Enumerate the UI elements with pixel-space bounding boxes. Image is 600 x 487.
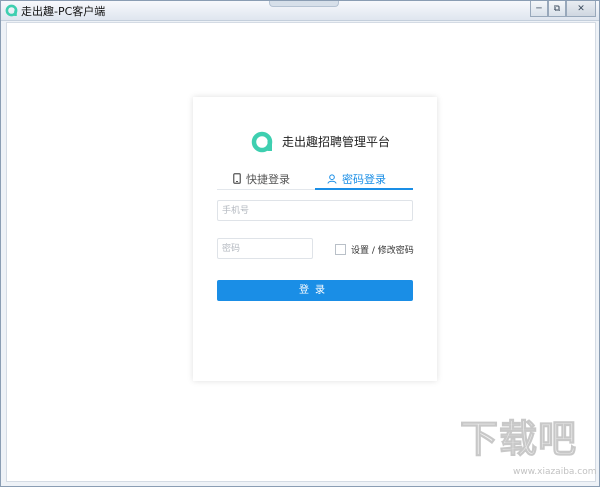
client-area: 走出趣招聘管理平台 快捷登录 密码登录 手机号 设置 / 修改密码 登录 [6,22,596,482]
title-bar[interactable]: 走出趣-PC客户端 ─ ⧉ ✕ [1,1,599,21]
set-password-label: 设置 / 修改密码 [351,246,414,256]
login-card: 走出趣招聘管理平台 快捷登录 密码登录 手机号 设置 / 修改密码 登录 [193,97,437,381]
password-input[interactable] [217,238,313,259]
close-icon: ✕ [577,3,585,14]
user-icon [327,173,337,184]
restore-icon: ⧉ [553,3,561,14]
tab-quick-login[interactable]: 快捷登录 [233,169,290,188]
tab-quick-login-label: 快捷登录 [246,172,290,186]
close-button[interactable]: ✕ [566,1,596,17]
window-controls: ─ ⧉ ✕ [530,1,596,17]
app-logo-icon [5,4,18,17]
active-tab-indicator [315,188,413,190]
set-password-option[interactable]: 设置 / 修改密码 [335,243,414,256]
set-password-checkbox[interactable] [335,244,346,255]
tab-password-login[interactable]: 密码登录 [327,169,386,188]
tab-password-login-label: 密码登录 [342,172,386,186]
title-bar-notch [269,1,339,7]
login-button[interactable]: 登录 [217,280,413,301]
phone-input[interactable] [217,200,413,221]
watermark-logo: 下载吧 [459,417,578,461]
brand-title: 走出趣招聘管理平台 [282,134,391,149]
app-window: 走出趣-PC客户端 ─ ⧉ ✕ 走出趣招聘管理平台 快捷登录 密码登录 手机号 … [0,0,600,487]
phone-icon [233,173,241,184]
minimize-icon: ─ [536,3,542,14]
window-title: 走出趣-PC客户端 [21,5,106,18]
restore-button[interactable]: ⧉ [548,1,566,17]
login-tabs: 快捷登录 密码登录 [217,169,413,190]
minimize-button[interactable]: ─ [530,1,548,17]
brand-header: 走出趣招聘管理平台 [251,129,390,153]
brand-logo-icon [251,131,273,153]
watermark-url: www.xiazaiba.com [513,467,597,477]
